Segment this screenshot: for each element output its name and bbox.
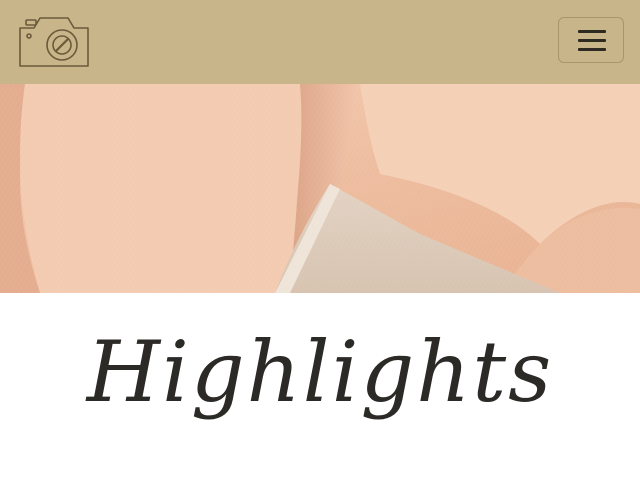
section-heading: Highlights [86, 323, 554, 421]
menu-toggle-button[interactable] [558, 17, 624, 63]
hero-image [0, 84, 640, 293]
highlights-section: Highlights [0, 293, 640, 480]
logo-link[interactable] [16, 12, 92, 70]
navbar [0, 0, 640, 84]
camera-icon [19, 17, 89, 67]
